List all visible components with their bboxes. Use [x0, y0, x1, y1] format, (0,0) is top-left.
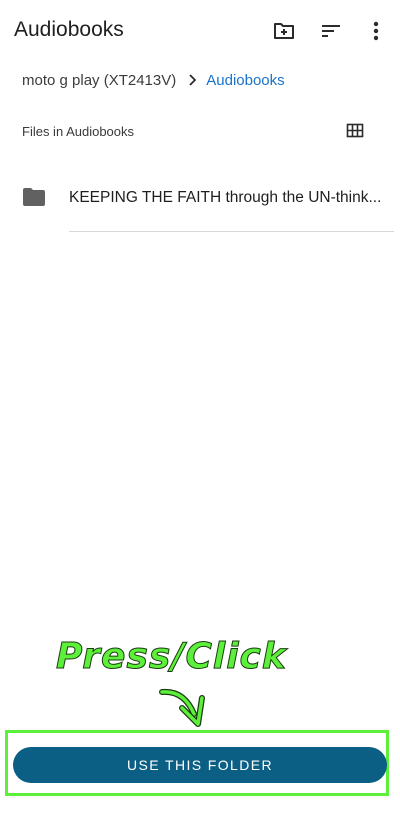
app-title: Audiobooks	[14, 18, 124, 41]
row-divider	[69, 231, 394, 232]
sort-button[interactable]	[319, 19, 343, 43]
more-options-button[interactable]	[364, 19, 388, 43]
section-label: Files in Audiobooks	[22, 124, 135, 139]
breadcrumb-current[interactable]: Audiobooks	[206, 72, 284, 89]
folder-icon	[23, 188, 45, 206]
list-item[interactable]: KEEPING THE FAITH through the UN-think..…	[0, 168, 400, 232]
sort-icon	[322, 25, 340, 37]
app-bar: Audiobooks	[0, 0, 400, 62]
curved-arrow-down-icon	[159, 688, 205, 727]
grid-view-icon	[346, 123, 364, 138]
more-vert-icon	[373, 21, 379, 41]
new-folder-icon	[274, 23, 294, 39]
breadcrumb-root[interactable]: moto g play (XT2413V)	[22, 72, 176, 89]
annotation-label: Press/Click	[56, 636, 287, 678]
breadcrumb: moto g play (XT2413V) Audiobooks	[22, 70, 285, 90]
use-this-folder-button[interactable]: USE THIS FOLDER	[13, 747, 387, 783]
chevron-right-icon	[188, 74, 197, 86]
grid-view-button[interactable]	[346, 122, 364, 140]
file-name: KEEPING THE FAITH through the UN-think..…	[69, 189, 382, 206]
new-folder-button[interactable]	[272, 19, 296, 43]
